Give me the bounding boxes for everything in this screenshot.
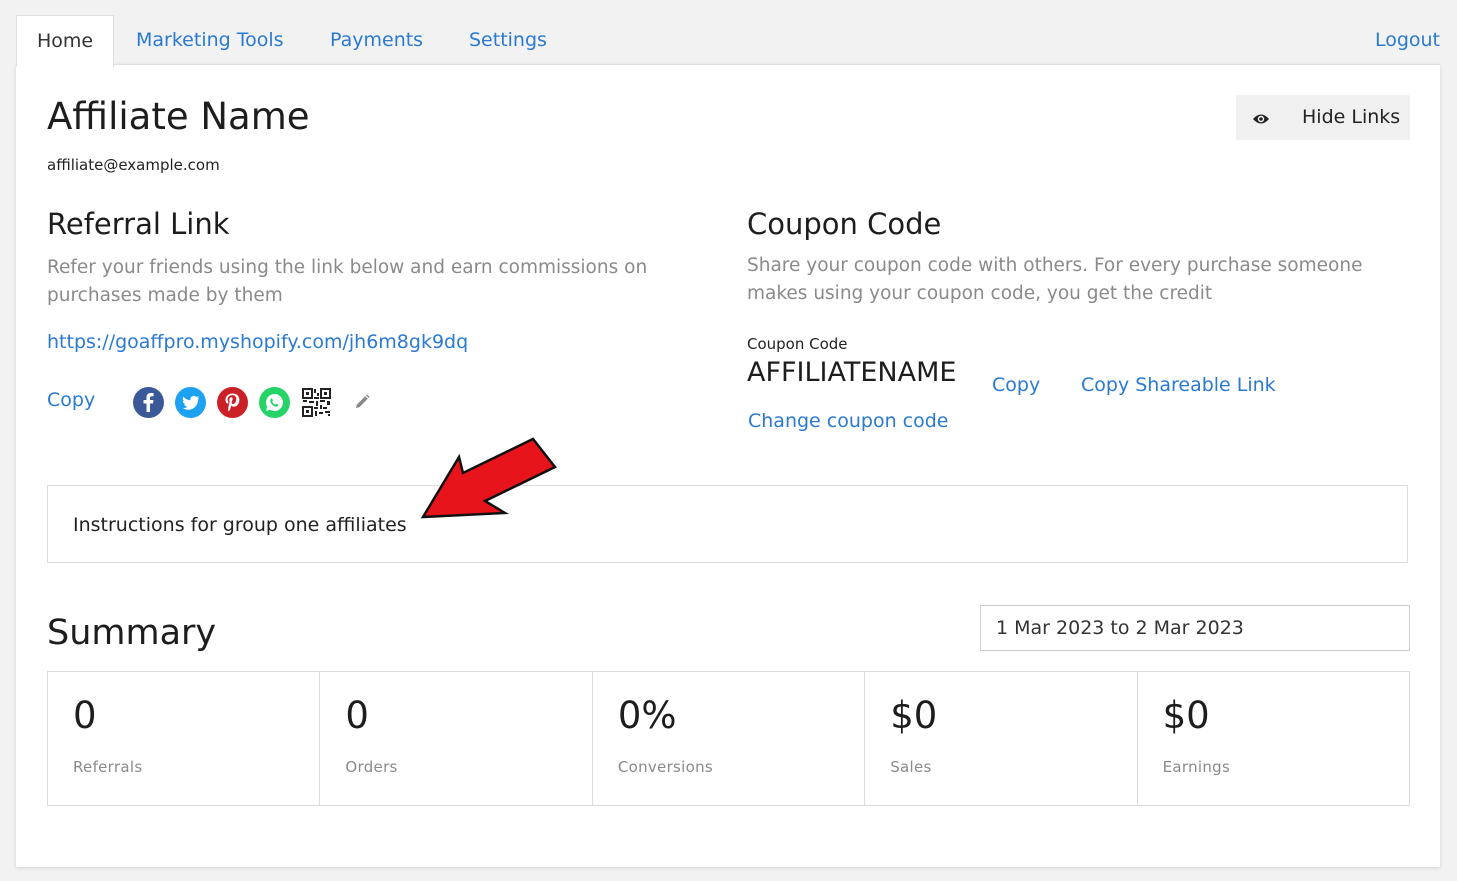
referral-copy-button[interactable]: Copy — [47, 389, 95, 411]
pinterest-icon[interactable] — [217, 387, 248, 418]
stat-label: Orders — [345, 758, 398, 776]
qr-code-icon[interactable] — [301, 387, 332, 418]
stat-sales: $0 Sales — [865, 672, 1138, 805]
stat-label: Earnings — [1162, 758, 1231, 776]
stat-earnings: $0 Earnings — [1138, 672, 1409, 805]
red-arrow-annotation — [420, 437, 557, 523]
dashboard-card: Affiliate Name affiliate@example.com Hid… — [16, 64, 1440, 867]
stat-value: $0 — [1162, 694, 1210, 737]
hide-links-button[interactable]: Hide Links — [1236, 95, 1410, 140]
coupon-copy-button[interactable]: Copy — [992, 374, 1040, 396]
tab-home[interactable]: Home — [16, 15, 115, 67]
coupon-description: Share your coupon code with others. For … — [747, 255, 1363, 304]
coupon-code: AFFILIATENAME — [747, 357, 957, 388]
instructions-box: Instructions for group one affiliates — [47, 485, 1408, 563]
stat-conversions: 0% Conversions — [593, 672, 866, 805]
coupon-title: Coupon Code — [747, 207, 942, 241]
change-coupon-code-link[interactable]: Change coupon code — [748, 410, 948, 432]
affiliate-name: Affiliate Name — [47, 95, 310, 138]
referral-title: Referral Link — [47, 207, 230, 241]
date-range-picker[interactable]: 1 Mar 2023 to 2 Mar 2023 — [980, 605, 1410, 651]
stat-value: 0 — [73, 694, 97, 737]
eye-icon — [1252, 109, 1270, 131]
instructions-text: Instructions for group one affiliates — [73, 514, 407, 536]
summary-title: Summary — [47, 613, 217, 653]
stat-value: 0 — [345, 694, 369, 737]
stat-value: 0% — [617, 694, 677, 737]
affiliate-email: affiliate@example.com — [47, 156, 220, 174]
stat-label: Conversions — [617, 758, 714, 776]
stat-orders: 0 Orders — [320, 672, 593, 805]
copy-shareable-link-button[interactable]: Copy Shareable Link — [1081, 374, 1276, 396]
tab-marketing-tools[interactable]: Marketing Tools — [136, 15, 284, 65]
stat-label: Referrals — [73, 758, 143, 776]
summary-stats: 0 Referrals 0 Orders 0% Conversions $0 S… — [47, 671, 1410, 806]
stat-referrals: 0 Referrals — [48, 672, 321, 805]
tab-settings[interactable]: Settings — [469, 15, 547, 65]
whatsapp-icon[interactable] — [259, 387, 290, 418]
twitter-icon[interactable] — [175, 387, 206, 418]
nav-tabs: Home Marketing Tools Payments Settings L… — [16, 15, 1440, 67]
facebook-icon[interactable] — [133, 387, 164, 418]
referral-link[interactable]: https://goaffpro.myshopify.com/jh6m8gk9d… — [47, 331, 468, 353]
pencil-icon[interactable] — [353, 393, 371, 411]
tab-payments[interactable]: Payments — [330, 15, 423, 65]
hide-links-label: Hide Links — [1302, 106, 1401, 128]
stat-label: Sales — [890, 758, 932, 776]
stat-value: $0 — [890, 694, 938, 737]
referral-description: Refer your friends using the link below … — [47, 257, 648, 306]
logout-link[interactable]: Logout — [1375, 15, 1440, 65]
coupon-label: Coupon Code — [747, 335, 848, 353]
